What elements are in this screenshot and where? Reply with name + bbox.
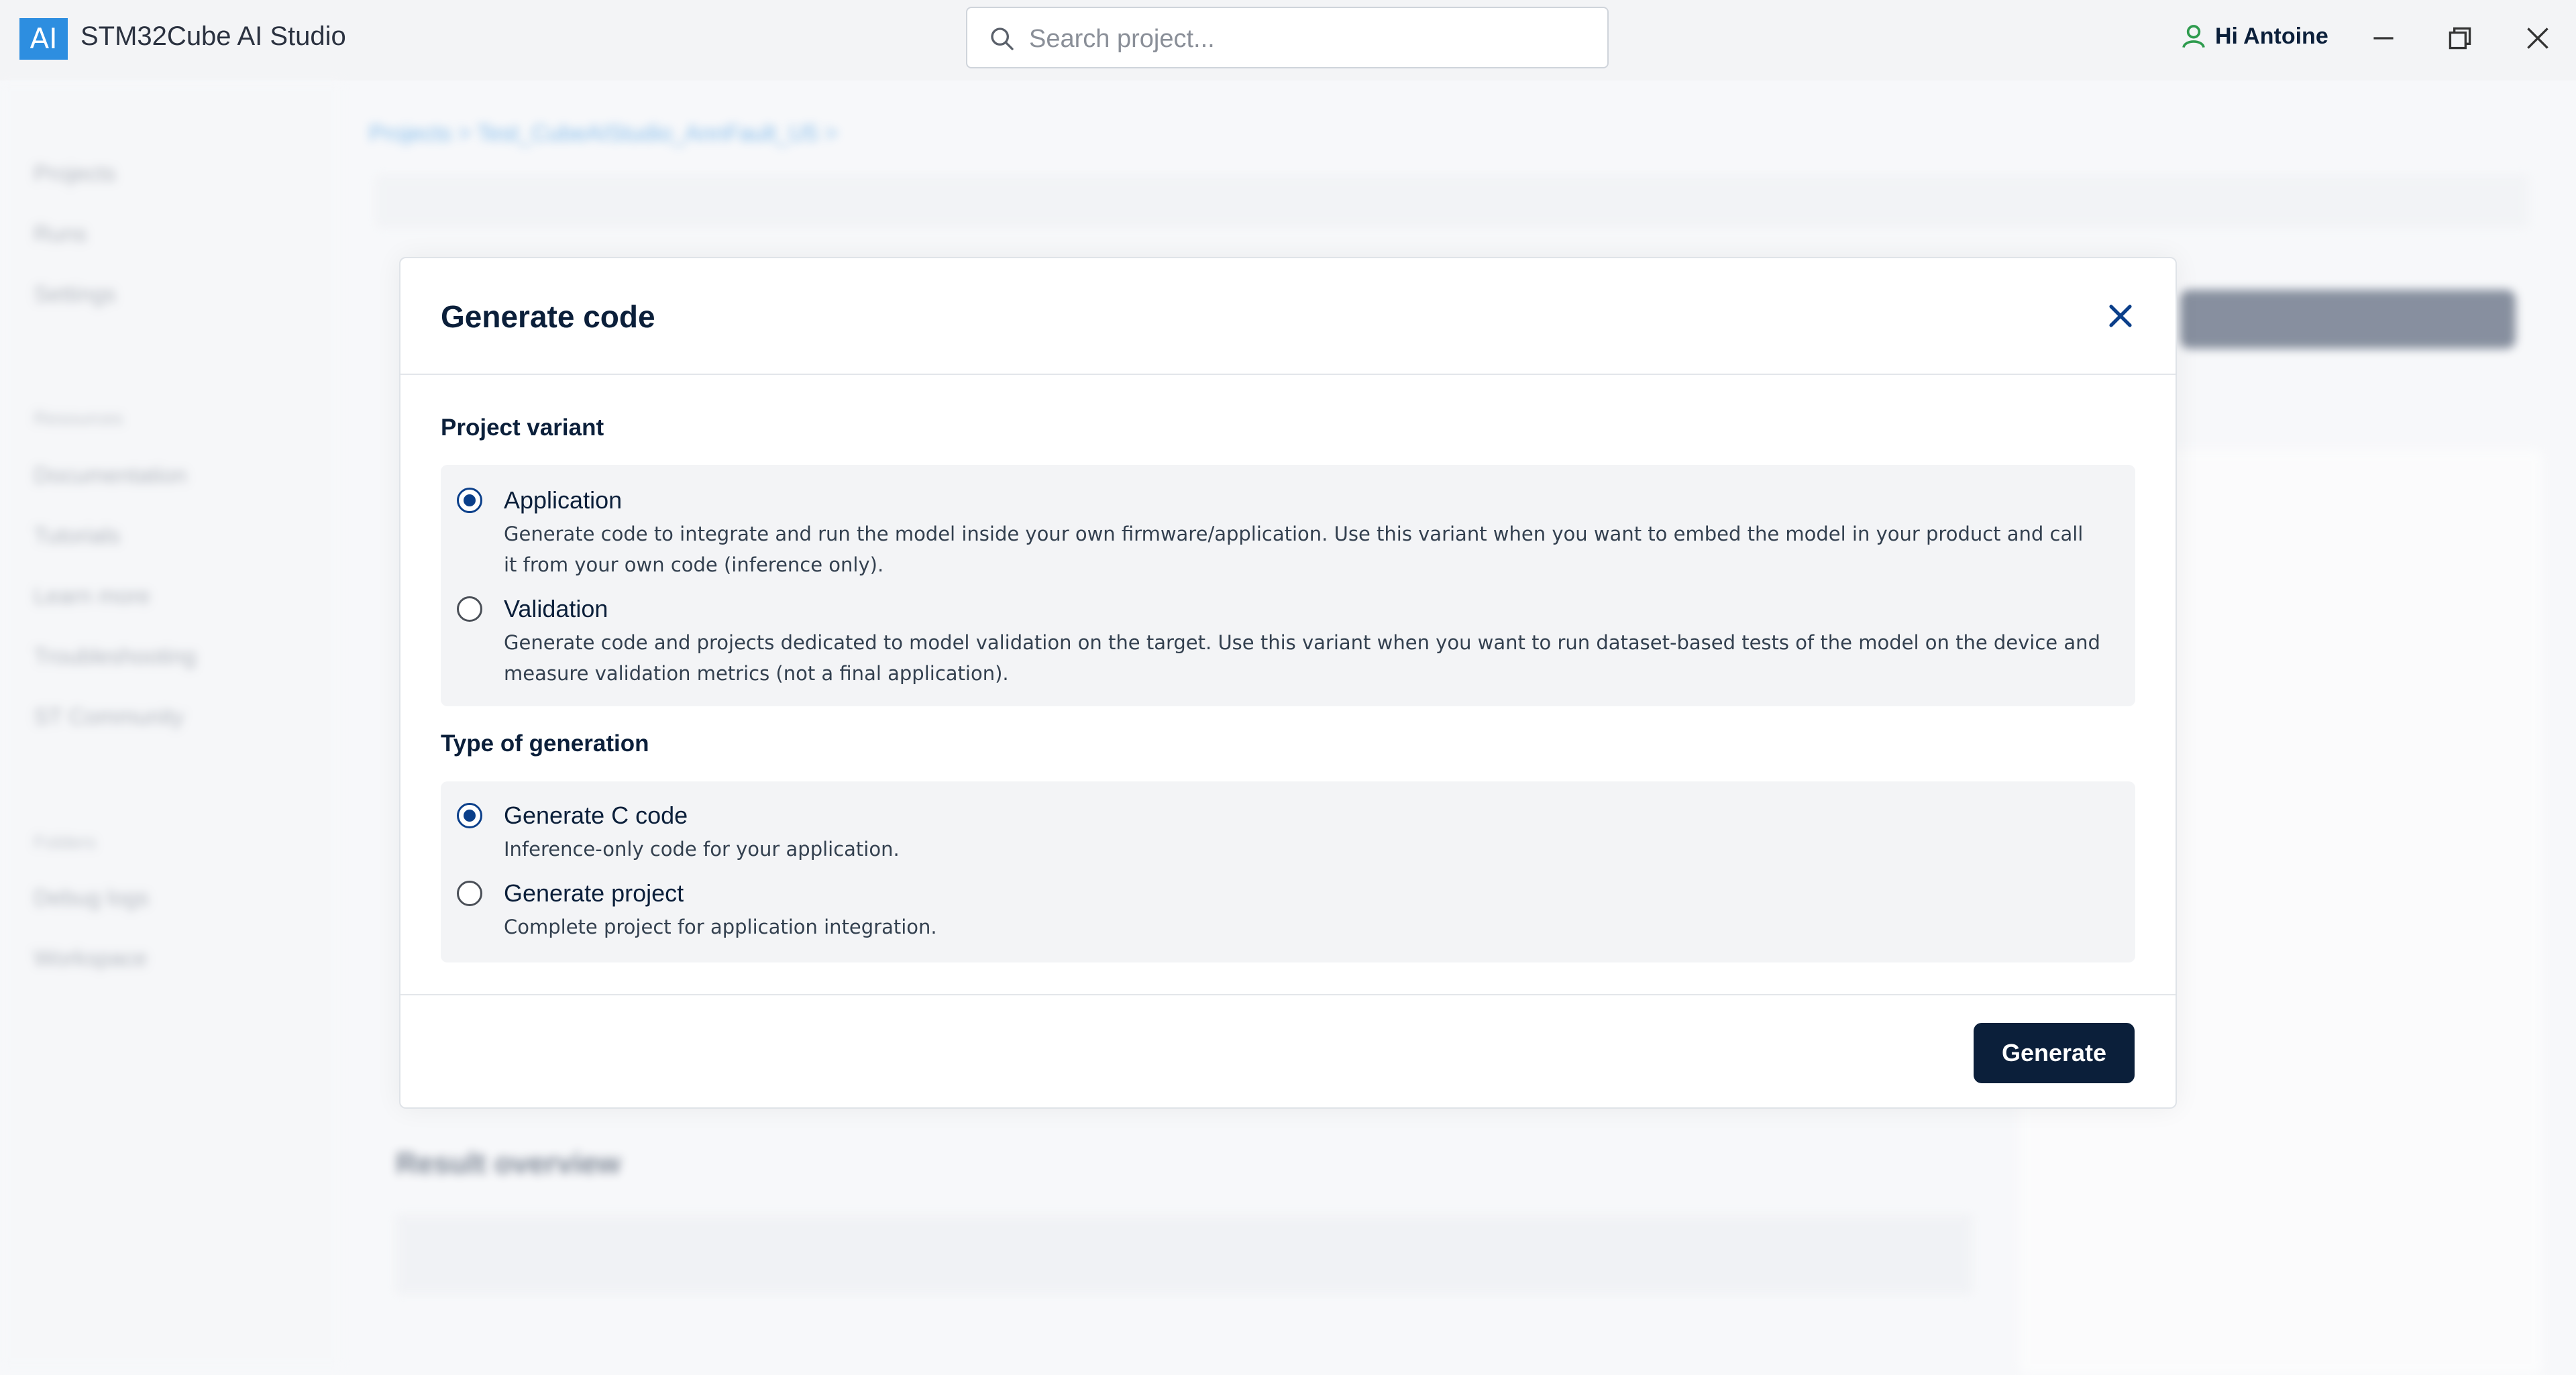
option-description: Generate code to integrate and run the m… <box>504 522 2084 576</box>
background-generate-button <box>2180 290 2516 349</box>
sidebar-item-tutorials: Tutorials <box>34 523 121 549</box>
project-variant-group: Application Generate code to integrate a… <box>441 465 2135 706</box>
close-icon[interactable] <box>2104 300 2137 332</box>
result-overview-title: Result overview <box>396 1147 621 1180</box>
app-title: STM32Cube AI Studio <box>80 21 346 51</box>
sidebar-item-projects: Projects <box>34 161 116 186</box>
toolbar-bar <box>376 174 2529 228</box>
generate-button[interactable]: Generate <box>1974 1023 2135 1083</box>
generate-code-dialog: Generate code Project variant Applicatio… <box>399 257 2177 1109</box>
generation-type-group: Generate C code Inference-only code for … <box>441 781 2135 963</box>
user-greeting: Hi Antoine <box>2215 23 2328 49</box>
minimize-icon[interactable] <box>2367 21 2400 55</box>
option-description: Complete project for application integra… <box>504 916 937 938</box>
dialog-footer-divider <box>400 994 2176 995</box>
dialog-title: Generate code <box>441 299 655 334</box>
breadcrumb: Projects > Test_CubeAIStudio_AnnFault_U5… <box>369 121 838 146</box>
option-title: Generate project <box>504 879 684 907</box>
sidebar-resources-heading: Resources <box>34 408 123 429</box>
radio-application[interactable] <box>457 488 482 513</box>
radio-validation[interactable] <box>457 596 482 622</box>
radio-generate-c-code[interactable] <box>457 803 482 828</box>
sidebar-item-debug-logs: Debug logs <box>34 885 150 911</box>
sidebar-item-learn-more: Learn more <box>34 584 150 609</box>
search-input[interactable] <box>1028 20 1594 58</box>
search-icon <box>991 28 1014 50</box>
close-window-icon[interactable] <box>2521 21 2555 55</box>
option-description: Inference-only code for your application… <box>504 838 900 861</box>
option-title: Application <box>504 486 623 514</box>
sidebar: Projects Runs Settings Resources Documen… <box>0 80 342 1368</box>
result-table <box>396 1214 1972 1295</box>
sidebar-item-community: ST Community <box>34 704 184 730</box>
option-description: Generate code and projects dedicated to … <box>504 631 2100 685</box>
sidebar-item-settings: Settings <box>34 282 116 307</box>
restore-icon[interactable] <box>2443 21 2477 55</box>
title-bar: AI STM32Cube AI Studio Hi Antoine <box>0 0 2576 80</box>
app-logo: AI <box>19 18 68 60</box>
sidebar-item-runs: Runs <box>34 221 87 247</box>
dialog-header: Generate code <box>400 258 2176 375</box>
sidebar-folders-heading: Folders <box>34 832 97 852</box>
generation-type-label: Type of generation <box>441 730 649 757</box>
search-box[interactable] <box>966 7 1609 68</box>
sidebar-item-workspace: Workspace <box>34 946 148 971</box>
radio-generate-project[interactable] <box>457 881 482 906</box>
option-title: Generate C code <box>504 802 688 829</box>
user-icon <box>2182 25 2205 48</box>
sidebar-item-documentation: Documentation <box>34 463 187 488</box>
project-variant-label: Project variant <box>441 415 604 441</box>
option-title: Validation <box>504 595 608 622</box>
user-menu[interactable]: Hi Antoine <box>2180 23 2328 50</box>
sidebar-item-troubleshooting: Troubleshooting <box>34 644 197 669</box>
